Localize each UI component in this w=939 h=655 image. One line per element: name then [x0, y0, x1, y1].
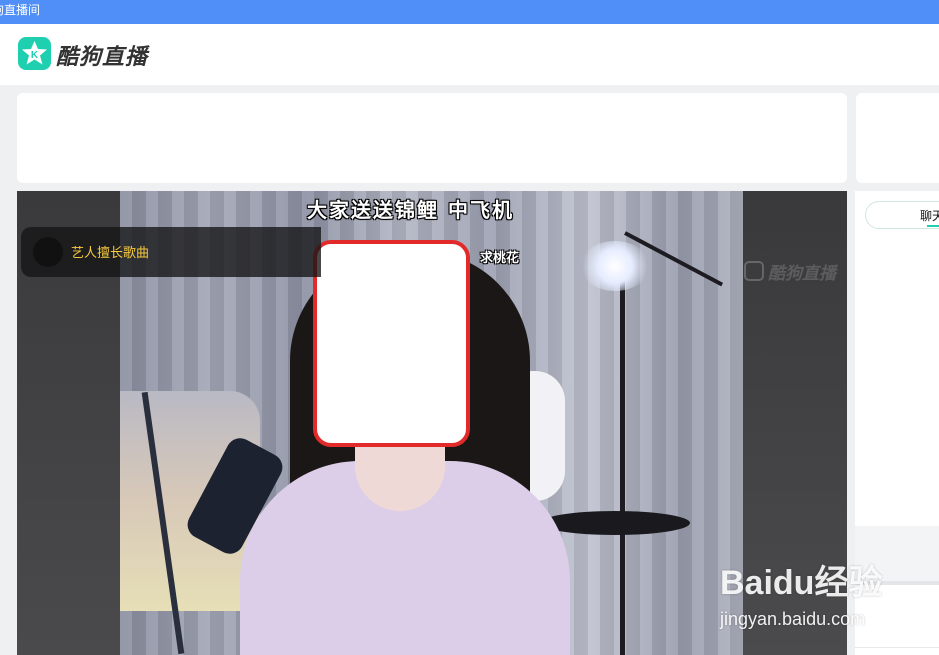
chat-divider	[855, 581, 939, 585]
lamp-pole	[620, 271, 625, 655]
stream-caption-sub: 求桃花	[480, 251, 520, 266]
lamp-light	[580, 241, 650, 291]
chat-input-area[interactable]	[855, 526, 939, 581]
kugou-logo-icon[interactable]: K	[18, 37, 51, 70]
song-avatar-icon	[33, 237, 63, 267]
side-table	[540, 511, 690, 535]
chat-panel: 聊天	[855, 191, 939, 655]
stream-caption-top: 大家送送锦鲤 中飞机	[307, 198, 514, 222]
logo-text[interactable]: 酷狗直播	[56, 39, 148, 71]
redaction-box	[313, 240, 470, 447]
chat-tab-indicator	[927, 225, 939, 227]
chat-divider-bottom	[855, 647, 939, 648]
artist-songs-pill[interactable]: 艺人擅长歌曲	[21, 227, 321, 277]
watermark-text: 酷狗直播	[768, 264, 836, 284]
banner-panel	[17, 93, 847, 183]
top-header: K 酷狗直播	[0, 24, 939, 85]
live-video-player[interactable]: 大家送送锦鲤 中飞机 求桃花 艺人擅长歌曲 酷狗直播	[17, 191, 847, 655]
window-title: 狗直播间	[0, 3, 41, 17]
artist-songs-label: 艺人擅长歌曲	[71, 246, 150, 261]
svg-text:K: K	[31, 50, 39, 61]
chat-tab-label: 聊天	[920, 209, 939, 223]
window-titlebar: 狗直播间	[0, 0, 939, 24]
right-top-panel	[856, 93, 939, 183]
watermark-logo-icon	[744, 261, 764, 281]
